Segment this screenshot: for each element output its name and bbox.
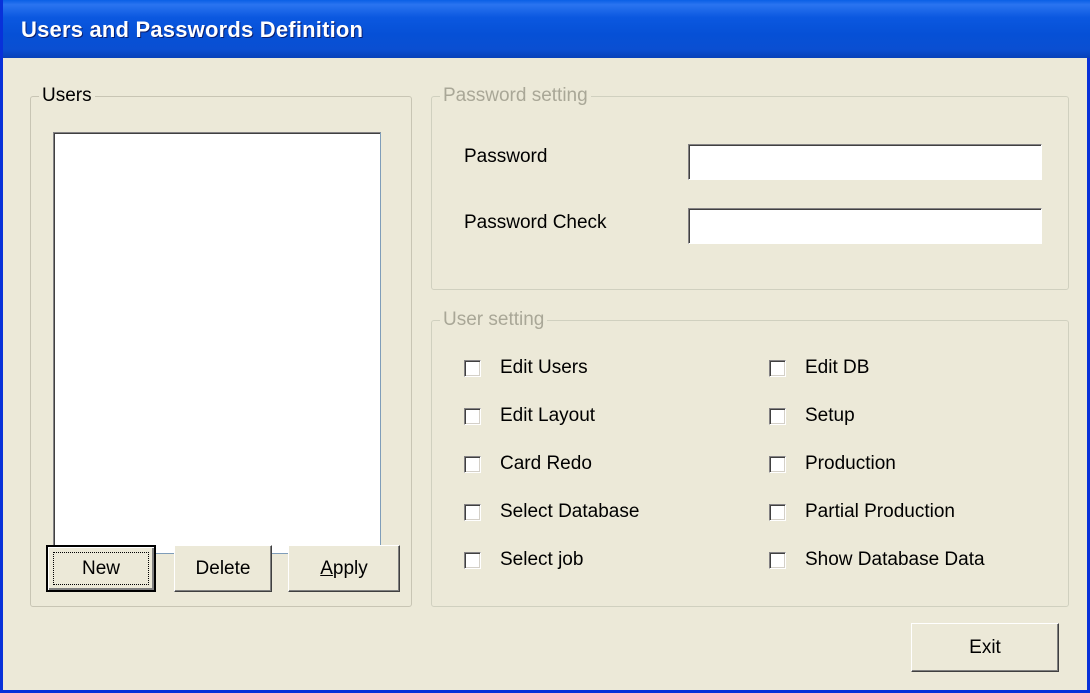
checkbox-box[interactable]	[464, 503, 481, 521]
password-field[interactable]	[688, 144, 1042, 180]
checkbox-label: Show Database Data	[805, 549, 985, 570]
window-title: Users and Passwords Definition	[21, 17, 364, 42]
new-user-button[interactable]: New	[46, 545, 156, 592]
production-checkbox[interactable]: Production	[769, 452, 896, 476]
exit-button-label: Exit	[969, 636, 1001, 658]
password-check-field[interactable]	[688, 208, 1042, 244]
select-database-checkbox[interactable]: Select Database	[464, 500, 639, 524]
checkbox-label: Edit Layout	[500, 405, 596, 426]
checkbox-label: Production	[805, 453, 896, 474]
user-setting-legend: User setting	[440, 308, 548, 332]
exit-button[interactable]: Exit	[911, 623, 1059, 672]
checkbox-box[interactable]	[464, 551, 481, 569]
checkbox-box[interactable]	[769, 359, 786, 377]
apply-button[interactable]: Apply	[288, 545, 400, 592]
delete-user-button[interactable]: Delete	[174, 545, 272, 592]
checkbox-label: Select Database	[500, 501, 640, 522]
checkbox-box[interactable]	[769, 503, 786, 521]
users-group-legend: Users	[39, 84, 95, 108]
checkbox-label: Select job	[500, 549, 584, 570]
edit-db-checkbox[interactable]: Edit DB	[769, 356, 869, 380]
password-check-label: Password Check	[464, 212, 607, 233]
users-listbox[interactable]	[53, 132, 381, 554]
edit-users-checkbox[interactable]: Edit Users	[464, 356, 588, 380]
select-job-checkbox[interactable]: Select job	[464, 548, 583, 572]
checkbox-label: Setup	[805, 405, 855, 426]
password-label: Password	[464, 146, 548, 167]
checkbox-box[interactable]	[769, 551, 786, 569]
checkbox-box[interactable]	[464, 455, 481, 473]
checkbox-label: Partial Production	[805, 501, 955, 522]
title-bar[interactable]: Users and Passwords Definition	[3, 0, 1090, 58]
checkbox-label: Edit DB	[805, 357, 870, 378]
checkbox-box[interactable]	[464, 359, 481, 377]
checkbox-label: Edit Users	[500, 357, 588, 378]
card-redo-checkbox[interactable]: Card Redo	[464, 452, 592, 476]
checkbox-label: Card Redo	[500, 453, 592, 474]
checkbox-box[interactable]	[769, 407, 786, 425]
edit-layout-checkbox[interactable]: Edit Layout	[464, 404, 595, 428]
password-setting-legend: Password setting	[440, 84, 591, 108]
checkbox-box[interactable]	[464, 407, 481, 425]
show-database-data-checkbox[interactable]: Show Database Data	[769, 548, 985, 572]
delete-button-label: Delete	[195, 557, 251, 579]
setup-checkbox[interactable]: Setup	[769, 404, 855, 428]
password-setting-group: Password setting	[431, 84, 1069, 290]
partial-production-checkbox[interactable]: Partial Production	[769, 500, 955, 524]
apply-button-label: Apply	[320, 558, 368, 580]
apply-label-rest: pply	[332, 557, 368, 579]
apply-accelerator: A	[320, 557, 333, 579]
users-passwords-dialog: Users and Passwords Definition Users New…	[0, 0, 1090, 693]
focus-rect	[53, 552, 149, 585]
checkbox-box[interactable]	[769, 455, 786, 473]
